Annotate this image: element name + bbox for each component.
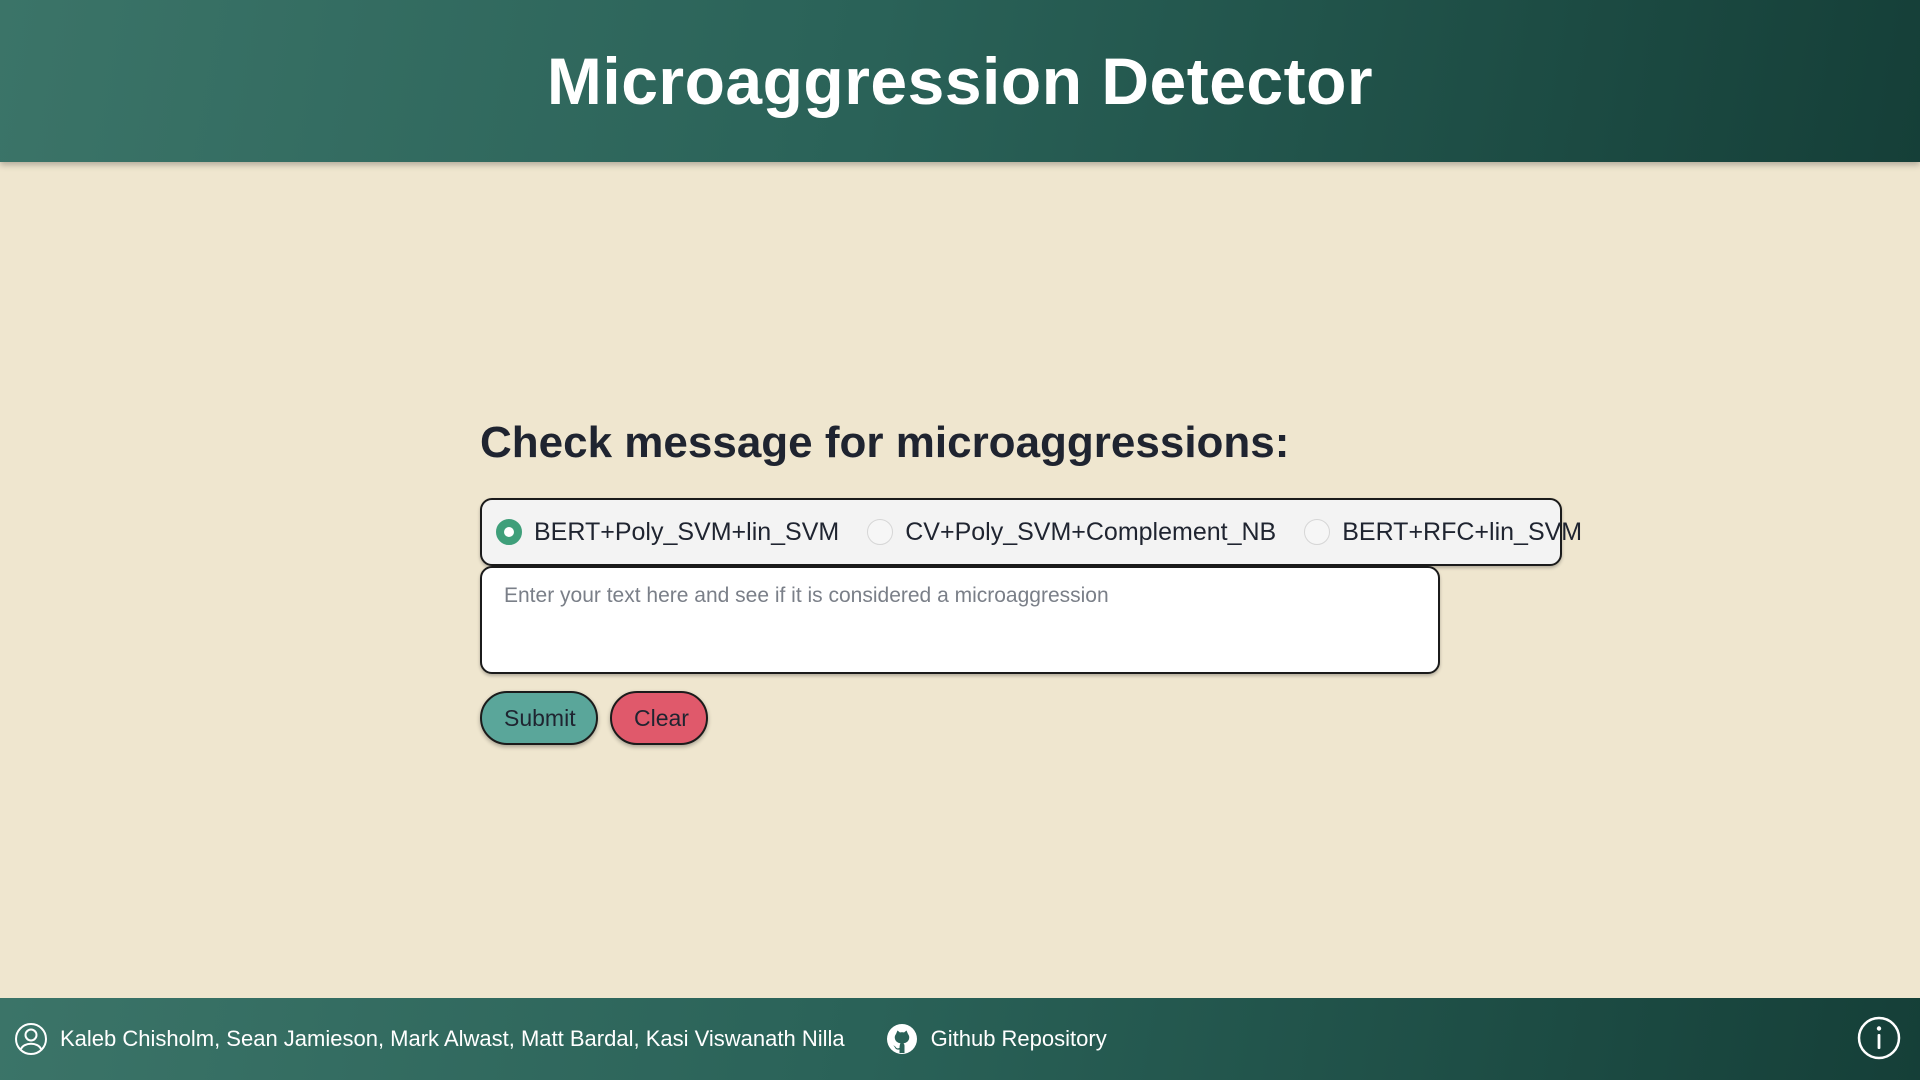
message-input[interactable] [480,566,1440,674]
model-option-bert-poly-svm[interactable]: BERT+Poly_SVM+lin_SVM [496,518,839,547]
main-panel: Check message for microaggressions: BERT… [480,418,1582,745]
model-option-label: BERT+RFC+lin_SVM [1342,517,1583,546]
app-header: Microaggression Detector [0,0,1920,162]
form-heading: Check message for microaggressions: [480,418,1290,467]
radio-button[interactable] [867,519,894,545]
model-option-bert-rfc-svm[interactable]: BERT+RFC+lin_SVM [1304,518,1582,547]
radio-button[interactable] [496,519,522,545]
github-icon [885,1022,919,1056]
github-repo-link[interactable]: Github Repository [885,1022,1107,1056]
app-footer: Kaleb Chisholm, Sean Jamieson, Mark Alwa… [0,998,1920,1080]
form-actions: Submit Clear [480,691,1562,745]
user-circle-icon [14,1022,48,1056]
info-icon[interactable] [1856,1015,1902,1061]
clear-button[interactable]: Clear [610,691,708,745]
github-repo-label: Github Repository [930,1026,1107,1051]
model-option-label: BERT+Poly_SVM+lin_SVM [534,517,840,546]
model-selector: BERT+Poly_SVM+lin_SVM CV+Poly_SVM+Comple… [480,498,1582,566]
radio-button[interactable] [1304,519,1331,545]
submit-button[interactable]: Submit [480,691,598,745]
model-option-label: CV+Poly_SVM+Complement_NB [905,517,1277,546]
page-title: Microaggression Detector [546,44,1374,118]
authors-credit: Kaleb Chisholm, Sean Jamieson, Mark Alwa… [14,1022,845,1056]
authors-text: Kaleb Chisholm, Sean Jamieson, Mark Alwa… [60,1026,845,1051]
model-option-cv-poly-svm-nb[interactable]: CV+Poly_SVM+Complement_NB [867,518,1276,547]
